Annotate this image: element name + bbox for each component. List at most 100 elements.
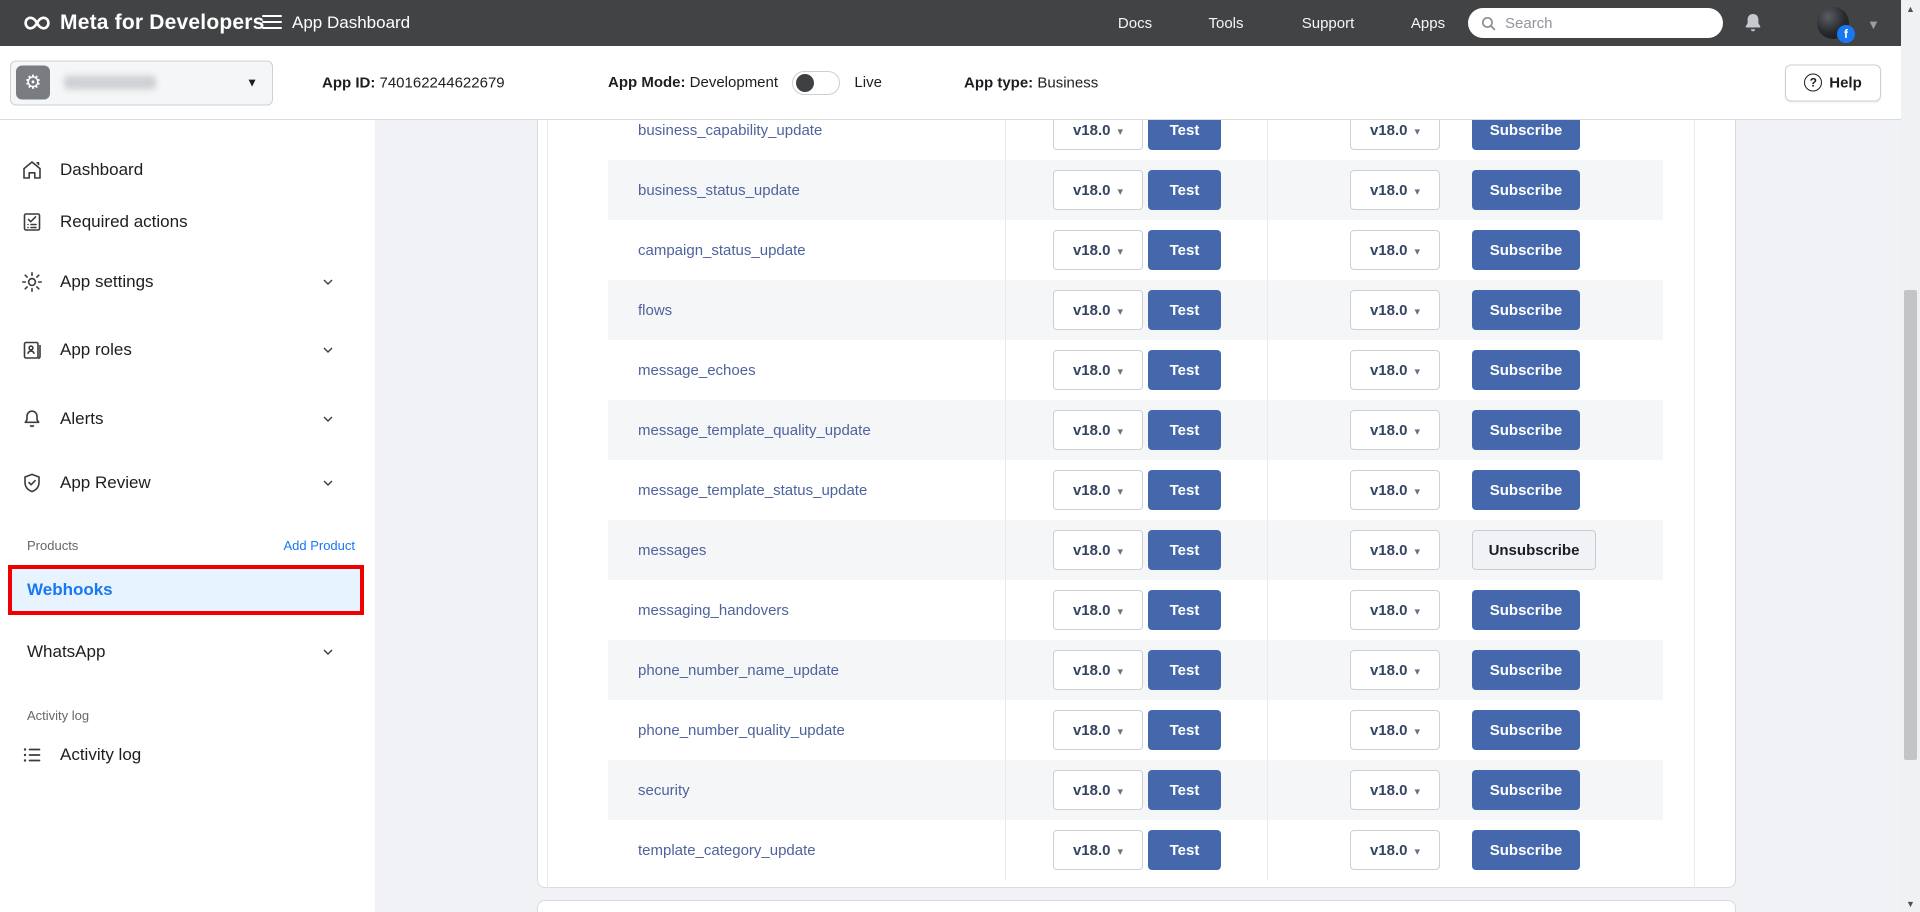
subscribe-button[interactable]: Subscribe: [1472, 170, 1580, 210]
sidebar-item-app-roles[interactable]: App roles: [0, 328, 375, 372]
subscribe-button[interactable]: Subscribe: [1472, 230, 1580, 270]
app-mode-toggle[interactable]: [792, 71, 840, 95]
test-button[interactable]: Test: [1148, 410, 1221, 450]
sidebar-item-whatsapp[interactable]: WhatsApp: [0, 630, 375, 674]
subscribe-button[interactable]: Subscribe: [1472, 650, 1580, 690]
version-dropdown[interactable]: v18.0▾: [1350, 650, 1440, 690]
scrollbar-thumb[interactable]: [1904, 290, 1917, 760]
nav-apps[interactable]: Apps: [1411, 0, 1445, 46]
sidebar-item-activity-log[interactable]: Activity log: [0, 733, 375, 777]
search-input[interactable]: [1505, 15, 1695, 32]
notifications-bell-icon[interactable]: [1741, 11, 1765, 35]
field-link[interactable]: messaging_handovers: [638, 602, 789, 619]
version-dropdown[interactable]: v18.0▾: [1053, 120, 1143, 150]
account-caret-icon[interactable]: ▼: [1867, 17, 1880, 32]
field-link[interactable]: campaign_status_update: [638, 242, 806, 259]
subscribe-cell: v18.0▾ Subscribe: [1268, 700, 1663, 760]
test-button[interactable]: Test: [1148, 710, 1221, 750]
version-dropdown[interactable]: v18.0▾: [1350, 470, 1440, 510]
nav-support[interactable]: Support: [1302, 0, 1355, 46]
version-dropdown[interactable]: v18.0▾: [1053, 230, 1143, 270]
field-link[interactable]: flows: [638, 302, 672, 319]
meta-logo[interactable]: Meta for Developers: [22, 0, 265, 46]
version-dropdown[interactable]: v18.0▾: [1053, 410, 1143, 450]
field-link[interactable]: message_template_status_update: [638, 482, 867, 499]
version-dropdown[interactable]: v18.0▾: [1053, 290, 1143, 330]
test-button[interactable]: Test: [1148, 650, 1221, 690]
field-link[interactable]: phone_number_quality_update: [638, 722, 845, 739]
version-dropdown[interactable]: v18.0▾: [1053, 830, 1143, 870]
version-dropdown[interactable]: v18.0▾: [1053, 470, 1143, 510]
help-button[interactable]: ? Help: [1785, 64, 1881, 101]
subscribe-button[interactable]: Subscribe: [1472, 830, 1580, 870]
subscribe-button[interactable]: Subscribe: [1472, 350, 1580, 390]
bell-icon: [20, 407, 44, 431]
field-link[interactable]: message_echoes: [638, 362, 756, 379]
version-dropdown[interactable]: v18.0▾: [1350, 350, 1440, 390]
sidebar-item-webhooks[interactable]: Webhooks: [12, 569, 360, 611]
version-dropdown[interactable]: v18.0▾: [1350, 410, 1440, 450]
subscribe-button[interactable]: Subscribe: [1472, 290, 1580, 330]
version-value: v18.0: [1370, 422, 1408, 439]
version-dropdown[interactable]: v18.0▾: [1350, 770, 1440, 810]
avatar[interactable]: f: [1817, 7, 1849, 39]
nav-tools[interactable]: Tools: [1208, 0, 1243, 46]
version-dropdown[interactable]: v18.0▾: [1053, 710, 1143, 750]
version-dropdown[interactable]: v18.0▾: [1350, 230, 1440, 270]
field-link[interactable]: phone_number_name_update: [638, 662, 839, 679]
sidebar-item-app-settings[interactable]: App settings: [0, 260, 375, 304]
field-link[interactable]: business_status_update: [638, 182, 800, 199]
live-label: Live: [854, 73, 882, 90]
sidebar-item-dashboard[interactable]: Dashboard: [0, 148, 375, 192]
version-dropdown[interactable]: v18.0▾: [1053, 350, 1143, 390]
version-dropdown[interactable]: v18.0▾: [1350, 290, 1440, 330]
field-name-cell: business_capability_update: [608, 120, 1006, 160]
add-product-link[interactable]: Add Product: [283, 538, 355, 553]
menu-icon[interactable]: [262, 15, 282, 31]
test-button[interactable]: Test: [1148, 830, 1221, 870]
field-link[interactable]: messages: [638, 542, 706, 559]
subscribe-button[interactable]: Subscribe: [1472, 710, 1580, 750]
subscribe-button[interactable]: Subscribe: [1472, 120, 1580, 150]
test-cell: v18.0▾Test: [1006, 760, 1268, 820]
version-dropdown[interactable]: v18.0▾: [1350, 530, 1440, 570]
test-button[interactable]: Test: [1148, 120, 1221, 150]
version-dropdown[interactable]: v18.0▾: [1053, 590, 1143, 630]
sidebar-item-alerts[interactable]: Alerts: [0, 397, 375, 441]
sidebar-item-required-actions[interactable]: Required actions: [0, 200, 375, 244]
subscribe-button[interactable]: Subscribe: [1472, 590, 1580, 630]
version-dropdown[interactable]: v18.0▾: [1053, 650, 1143, 690]
test-button[interactable]: Test: [1148, 470, 1221, 510]
nav-docs[interactable]: Docs: [1118, 0, 1152, 46]
version-dropdown[interactable]: v18.0▾: [1053, 530, 1143, 570]
test-button[interactable]: Test: [1148, 290, 1221, 330]
subscribe-button[interactable]: Subscribe: [1472, 470, 1580, 510]
version-dropdown[interactable]: v18.0▾: [1350, 170, 1440, 210]
scroll-up-icon[interactable]: ▲: [1901, 0, 1920, 17]
test-button[interactable]: Test: [1148, 170, 1221, 210]
field-link[interactable]: security: [638, 782, 690, 799]
test-button[interactable]: Test: [1148, 770, 1221, 810]
subscribe-button[interactable]: Subscribe: [1472, 770, 1580, 810]
subscribe-button[interactable]: Subscribe: [1472, 410, 1580, 450]
browser-scrollbar[interactable]: ▲ ▼: [1901, 0, 1920, 912]
unsubscribe-button[interactable]: Unsubscribe: [1472, 530, 1596, 570]
version-dropdown[interactable]: v18.0▾: [1053, 770, 1143, 810]
field-link[interactable]: business_capability_update: [638, 122, 822, 139]
search-box[interactable]: [1468, 8, 1723, 38]
field-link[interactable]: template_category_update: [638, 842, 816, 859]
version-dropdown[interactable]: v18.0▾: [1350, 120, 1440, 150]
test-button[interactable]: Test: [1148, 530, 1221, 570]
version-value: v18.0: [1073, 722, 1111, 739]
test-button[interactable]: Test: [1148, 350, 1221, 390]
app-selector-dropdown[interactable]: ⚙ ▼: [10, 60, 273, 105]
scroll-down-icon[interactable]: ▼: [1901, 895, 1920, 912]
sidebar-item-app-review[interactable]: App Review: [0, 461, 375, 505]
version-dropdown[interactable]: v18.0▾: [1350, 710, 1440, 750]
field-link[interactable]: message_template_quality_update: [638, 422, 871, 439]
version-dropdown[interactable]: v18.0▾: [1350, 590, 1440, 630]
test-button[interactable]: Test: [1148, 230, 1221, 270]
version-dropdown[interactable]: v18.0▾: [1350, 830, 1440, 870]
version-dropdown[interactable]: v18.0▾: [1053, 170, 1143, 210]
test-button[interactable]: Test: [1148, 590, 1221, 630]
